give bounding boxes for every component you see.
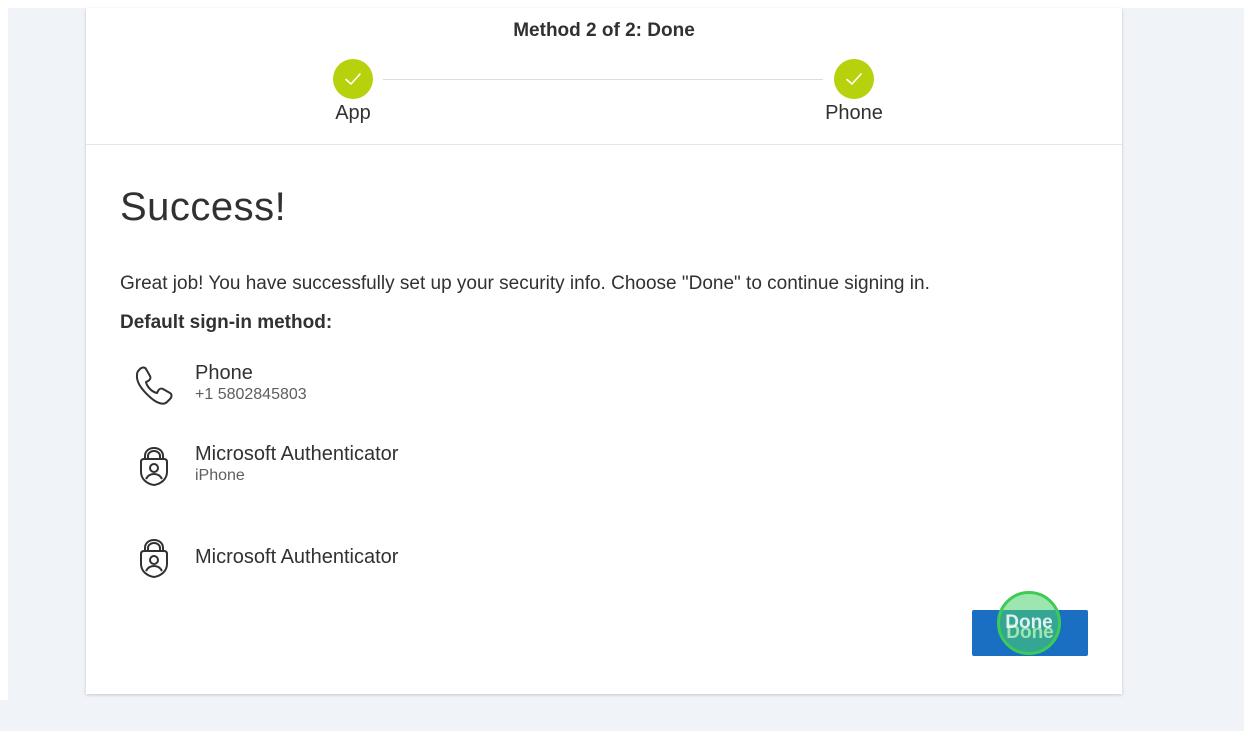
done-button[interactable]: Done	[972, 610, 1088, 656]
step-label-app: App	[335, 102, 371, 124]
step-label-phone: Phone	[825, 102, 883, 124]
authenticator-icon	[130, 534, 178, 582]
step-title: Method 2 of 2: Done	[513, 20, 695, 41]
checkmark-icon	[834, 59, 874, 99]
page-title: Success!	[120, 185, 287, 229]
progress-header: Method 2 of 2: Done App Phone	[86, 8, 1122, 145]
page-footer-band	[0, 700, 1244, 731]
method-name: Phone	[195, 362, 253, 384]
success-message: Great job! You have successfully set up …	[120, 273, 930, 294]
default-method-label: Default sign-in method:	[120, 312, 333, 333]
method-name: Microsoft Authenticator	[195, 443, 399, 465]
method-detail: iPhone	[195, 467, 245, 484]
step-phone: Phone	[794, 59, 914, 125]
phone-icon	[130, 361, 178, 409]
progress-line	[383, 79, 823, 80]
checkmark-icon	[333, 59, 373, 99]
step-app: App	[293, 59, 413, 125]
authenticator-icon	[130, 442, 178, 490]
method-item-phone: Phone +1 5802845803	[130, 361, 307, 409]
method-item-authenticator: Microsoft Authenticator iPhone	[130, 442, 398, 490]
method-detail: +1 5802845803	[195, 386, 307, 403]
method-name: Microsoft Authenticator	[195, 546, 399, 568]
security-info-card: Method 2 of 2: Done App Phone Success! G…	[86, 8, 1122, 694]
method-item-authenticator: Microsoft Authenticator	[130, 534, 398, 582]
